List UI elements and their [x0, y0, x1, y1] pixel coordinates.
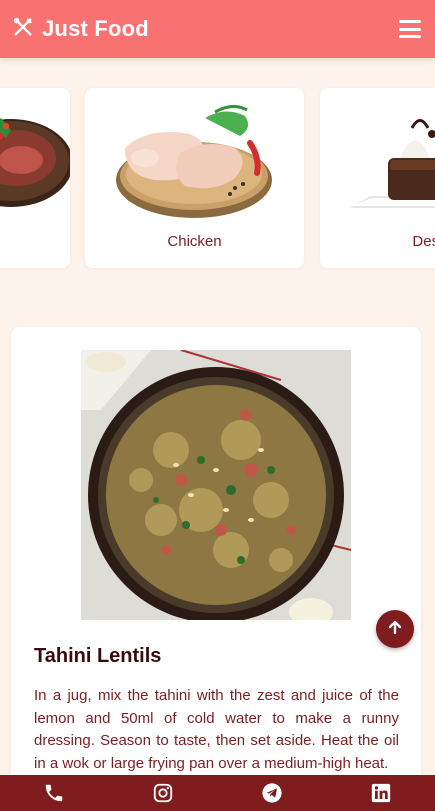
footer-social-bar [0, 775, 435, 811]
recipe-card[interactable]: Tahini Lentils In a jug, mix the tahini … [11, 327, 421, 811]
category-card-dessert[interactable]: Dess [320, 88, 435, 268]
utensils-icon [12, 16, 34, 43]
category-card-steak[interactable] [0, 88, 70, 268]
app-header: Just Food [0, 0, 435, 58]
category-label: Dess [412, 233, 435, 250]
scroll-top-button[interactable] [376, 610, 414, 648]
steak-image [0, 88, 70, 228]
page: Just Food Chicken De Tahini Lentils In a… [0, 0, 435, 811]
arrow-up-icon [387, 619, 403, 640]
category-label: Chicken [167, 233, 222, 250]
chicken-image [85, 88, 304, 228]
instagram-icon[interactable] [151, 781, 175, 805]
phone-icon[interactable] [42, 781, 66, 805]
dessert-image [320, 88, 435, 228]
category-carousel[interactable]: Chicken Dess [0, 88, 435, 268]
brand-title: Just Food [42, 16, 149, 41]
telegram-icon[interactable] [260, 781, 284, 805]
recipe-title: Tahini Lentils [34, 645, 162, 667]
brand[interactable]: Just Food [12, 16, 149, 43]
lentils-dish-image [81, 350, 351, 620]
category-card-chicken[interactable]: Chicken [85, 88, 304, 268]
recipe-description: In a jug, mix the tahini with the zest a… [34, 687, 399, 772]
hamburger-menu-icon[interactable] [399, 19, 421, 39]
linkedin-icon[interactable] [369, 781, 393, 805]
